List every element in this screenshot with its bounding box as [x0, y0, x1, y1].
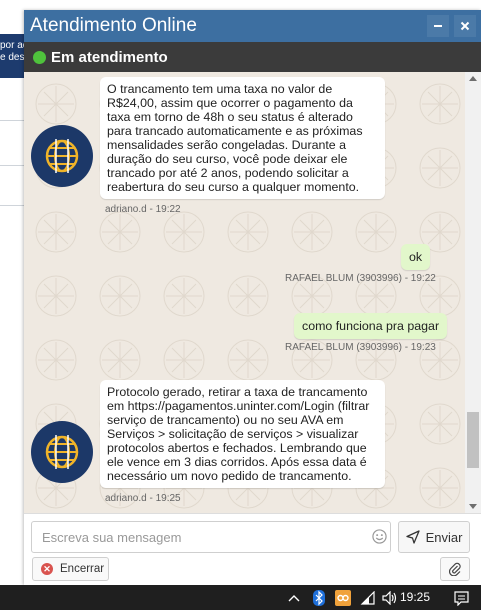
- message-text-line: Protocolo gerado, retirar a taxa de tran…: [107, 385, 368, 399]
- paperclip-icon: [449, 562, 461, 576]
- send-label: Enviar: [425, 529, 463, 545]
- app-icon[interactable]: [335, 590, 351, 606]
- bluetooth-icon[interactable]: [312, 590, 326, 606]
- send-button[interactable]: Enviar: [398, 521, 470, 553]
- message-list[interactable]: O trancamento tem uma taxa no valor de R…: [24, 72, 481, 513]
- scroll-down-icon[interactable]: [469, 504, 477, 509]
- message-text-line: trancado por até 2 anos, podendo solicit…: [107, 166, 349, 180]
- message-text-line: em https://pagamentos.uninter.com/Login …: [107, 399, 370, 413]
- end-chat-button[interactable]: ✕ Encerrar: [32, 557, 109, 581]
- background-banner-line1: por ac: [0, 40, 24, 51]
- chat-title: Atendimento Online: [30, 15, 197, 36]
- close-circle-icon: ✕: [41, 563, 53, 575]
- message-text-line: R$24,00, assim que ocorrer o pagamento d…: [107, 96, 353, 110]
- attach-button[interactable]: [440, 557, 470, 581]
- status-online-icon: [33, 50, 46, 64]
- background-page: por ac e dess: [0, 0, 24, 585]
- divider: [0, 120, 24, 121]
- message-text-line: protocolos abertos e fechados. Lembrando…: [107, 441, 367, 455]
- chat-window: Atendimento Online Em atendimento O tran…: [24, 10, 481, 585]
- divider: [0, 205, 24, 206]
- end-chat-label: Encerrar: [60, 563, 105, 575]
- message-bubble-incoming: Protocolo gerado, retirar a taxa de tran…: [100, 380, 385, 488]
- background-banner: por ac e dess: [0, 34, 24, 78]
- close-icon: [460, 21, 470, 31]
- scroll-up-icon[interactable]: [469, 76, 477, 81]
- message-bubble-incoming: O trancamento tem uma taxa no valor de R…: [100, 77, 385, 199]
- chat-titlebar: Atendimento Online: [24, 10, 481, 42]
- message-text-line: necessário um novo pedido de trancamento…: [107, 469, 352, 483]
- volume-icon[interactable]: [382, 590, 398, 606]
- message-meta: RAFAEL BLUM (3903996) - 19:22: [285, 273, 436, 284]
- minimize-icon: [434, 25, 442, 27]
- message-meta: RAFAEL BLUM (3903996) - 19:23: [285, 342, 436, 353]
- message-meta: adriano.d - 19:22: [105, 204, 181, 215]
- message-text-line: O trancamento tem uma taxa no valor de: [107, 82, 333, 96]
- wifi-icon[interactable]: [360, 590, 376, 606]
- message-text-line: ele vence em 3 dias corridos. Após essa …: [107, 455, 367, 469]
- message-text-line: taxa em torno de 48h o seu status é alte…: [107, 110, 353, 124]
- composer: Enviar ✕ Encerrar: [24, 513, 481, 585]
- notification-icon[interactable]: [453, 590, 469, 606]
- background-banner-line2: e dess: [0, 52, 24, 63]
- message-text-line: Serviços > solicitação de serviços > vis…: [107, 427, 359, 441]
- message-meta: adriano.d - 19:25: [105, 493, 181, 504]
- message-text-line: serviço de trancamento) ou no seu AVA em: [107, 413, 344, 427]
- message-bubble-outgoing: ok: [401, 244, 431, 270]
- minimize-button[interactable]: [427, 15, 449, 37]
- scrollbar-thumb[interactable]: [467, 412, 479, 468]
- message-text-line: reabertura do seu curso a qualquer momen…: [107, 180, 360, 194]
- agent-avatar: [31, 125, 93, 187]
- close-window-button[interactable]: [454, 15, 476, 37]
- taskbar: 19:25: [0, 585, 481, 610]
- taskbar-clock[interactable]: 19:25: [400, 590, 430, 604]
- divider: [0, 165, 24, 166]
- message-input[interactable]: [31, 521, 391, 553]
- message-bubble-outgoing: como funciona pra pagar: [294, 313, 448, 339]
- status-bar: Em atendimento: [24, 42, 481, 72]
- agent-avatar: [31, 421, 93, 483]
- message-text-line: duração do seu curso, você pode deixar e…: [107, 152, 348, 166]
- chevron-up-icon[interactable]: [287, 590, 301, 606]
- send-icon: [405, 530, 420, 544]
- smiley-icon[interactable]: [372, 529, 387, 544]
- globe-logo-icon: [45, 139, 79, 173]
- message-text-line: mensalidades serão congeladas. Durante a: [107, 138, 347, 152]
- message-text-line: para trancado automaticamente e as próxi…: [107, 124, 363, 138]
- scrollbar[interactable]: [465, 72, 481, 513]
- globe-logo-icon: [45, 435, 79, 469]
- status-text: Em atendimento: [51, 48, 168, 66]
